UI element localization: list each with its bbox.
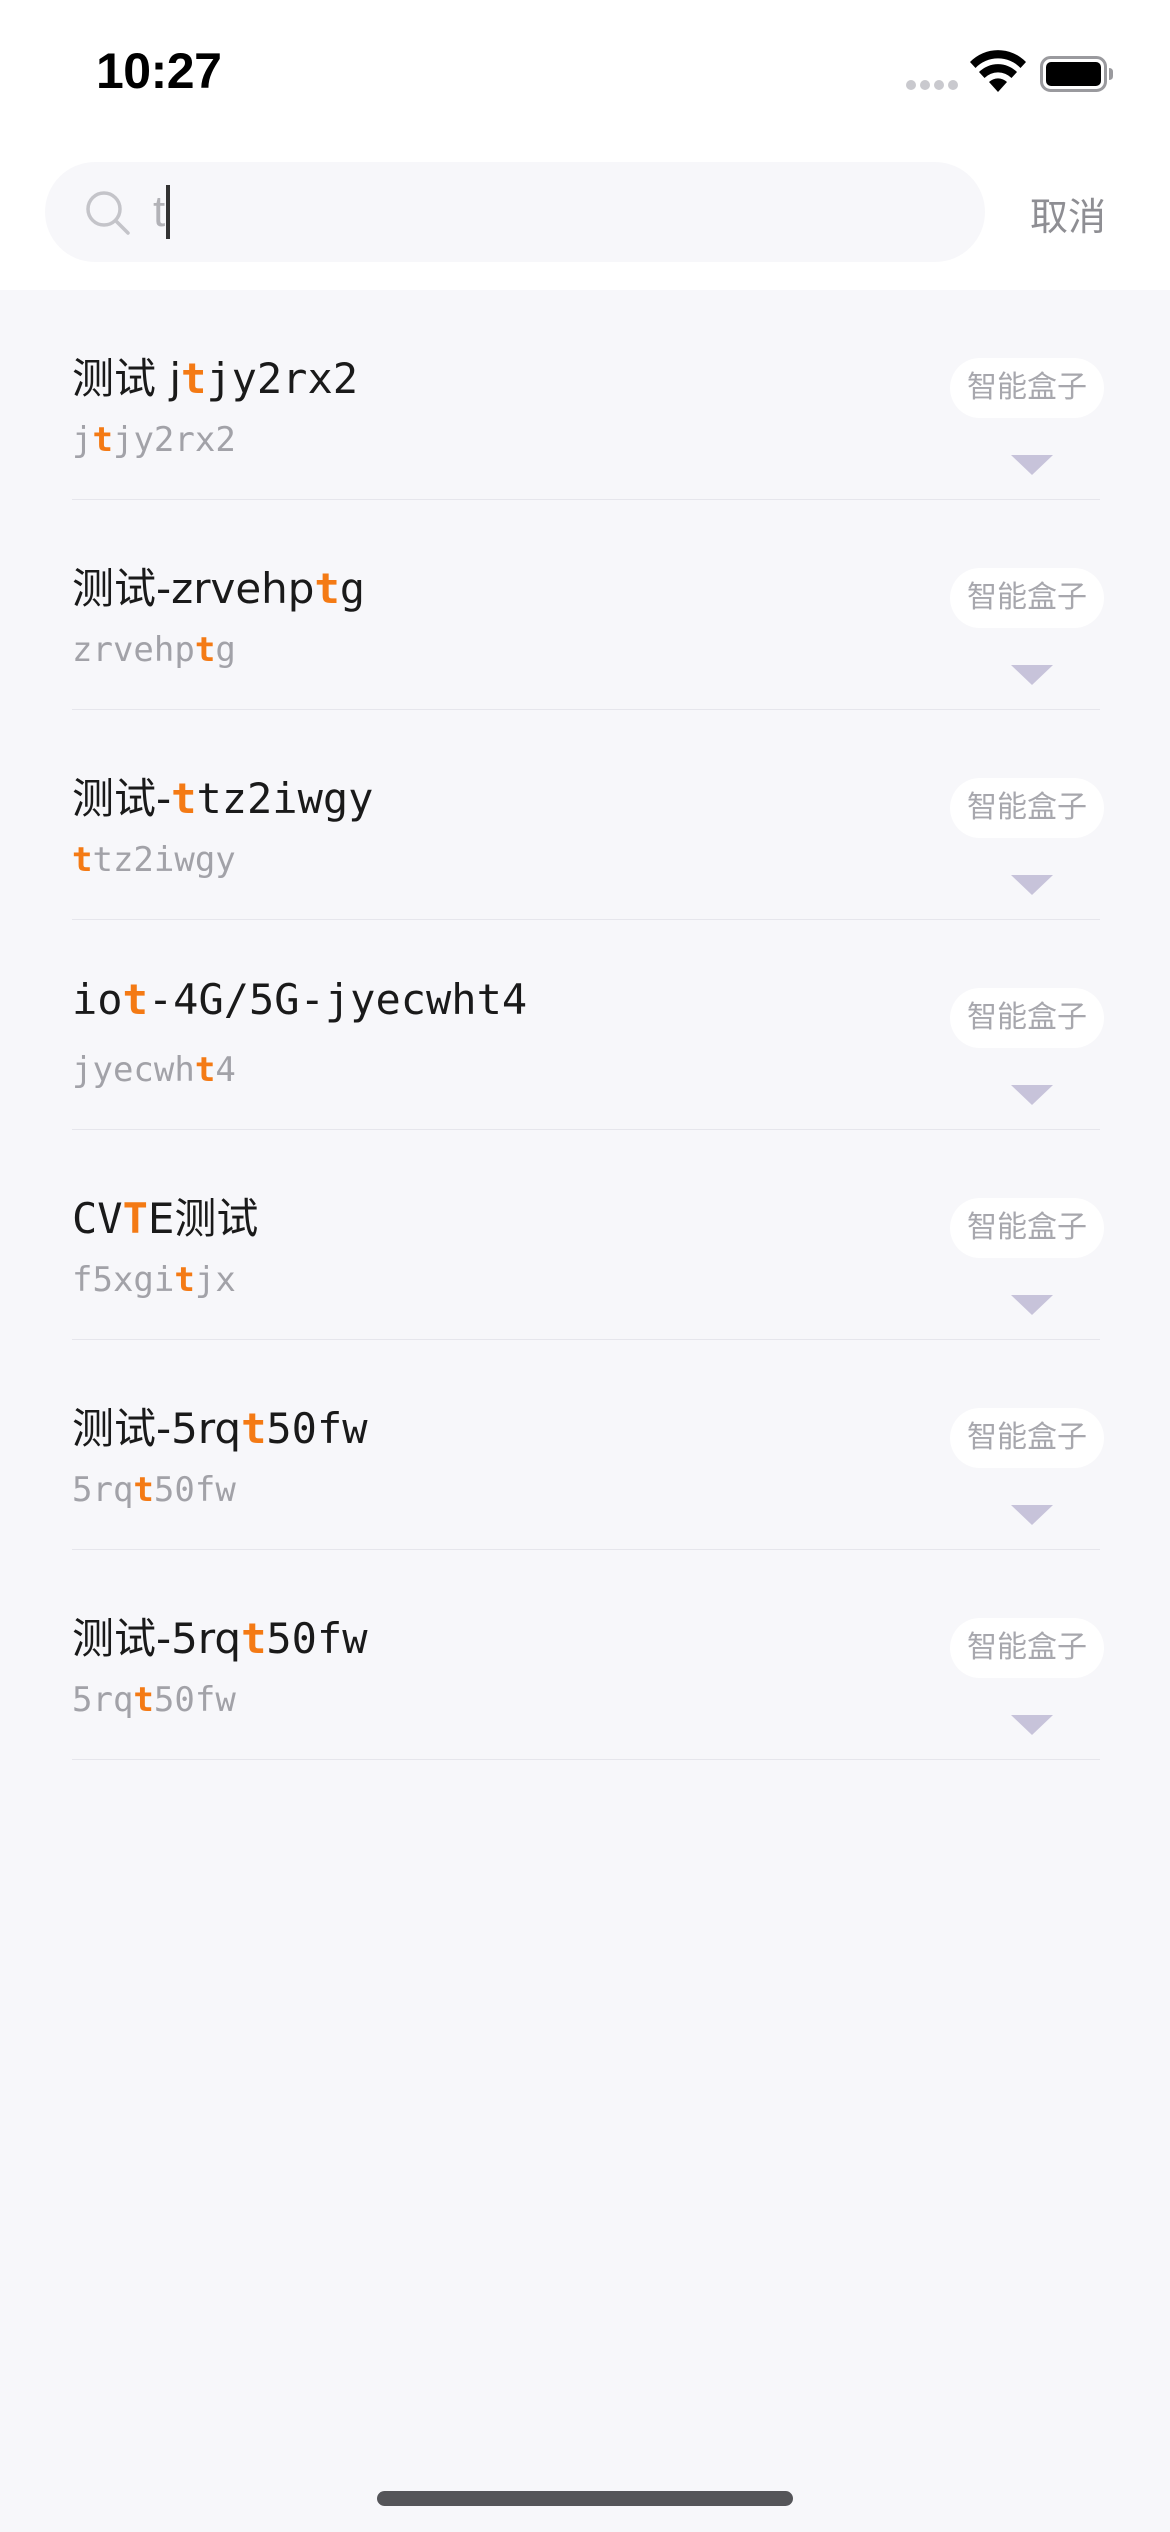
text-segment: jyecwh: [72, 1050, 195, 1090]
search-input-value: t: [153, 187, 166, 236]
text-segment: zrvehp: [72, 630, 195, 670]
chevron-down-icon[interactable]: [1011, 875, 1053, 895]
match-highlight: t: [72, 840, 93, 880]
text-segment: jx: [194, 1260, 236, 1300]
chevron-down-icon[interactable]: [1011, 665, 1053, 685]
search-bar[interactable]: t: [45, 162, 985, 262]
text-segment: 测试-zrvehp: [72, 564, 315, 613]
device-id: f5xgitjx: [72, 1260, 236, 1300]
chevron-down-icon[interactable]: [1011, 455, 1053, 475]
device-type-badge: 智能盒子: [950, 778, 1104, 838]
device-name: 测试-zrvehptg: [72, 555, 365, 616]
match-highlight: t: [194, 1050, 216, 1090]
match-highlight: t: [174, 1260, 195, 1300]
device-id: zrvehptg: [72, 630, 236, 670]
search-icon: [86, 191, 130, 235]
text-segment: 50fw: [266, 1614, 368, 1663]
result-item[interactable]: 测试-5rqt50fw 5rqt50fw 智能盒子: [0, 1550, 1170, 1760]
chevron-down-icon[interactable]: [1011, 1295, 1053, 1315]
device-name: 测试 jtjy2rx2: [72, 345, 358, 406]
match-highlight: t: [181, 354, 207, 403]
device-type-badge: 智能盒子: [950, 568, 1104, 628]
match-highlight: t: [241, 1404, 267, 1453]
text-segment: tz2iwgy: [92, 840, 236, 880]
device-type-badge: 智能盒子: [950, 358, 1104, 418]
device-name: iot-4G/5G-jyecwht4: [72, 975, 527, 1024]
cellular-signal-icon: [906, 80, 962, 92]
result-item[interactable]: 测试-ttz2iwgy ttz2iwgy 智能盒子: [0, 710, 1170, 920]
chevron-down-icon[interactable]: [1011, 1085, 1053, 1105]
device-type-badge: 智能盒子: [950, 1618, 1104, 1678]
text-segment: E测试: [147, 1194, 259, 1243]
text-segment: io: [72, 975, 123, 1024]
match-highlight: t: [133, 1470, 154, 1510]
device-id: jtjy2rx2: [72, 420, 236, 460]
search-input[interactable]: t: [153, 184, 171, 240]
cancel-button[interactable]: 取消: [1030, 186, 1106, 241]
result-item-content: 测试-5rqt50fw 5rqt50fw 智能盒子: [72, 1340, 1104, 1550]
text-segment: g: [215, 630, 236, 670]
chevron-down-icon[interactable]: [1011, 1505, 1053, 1525]
text-segment: j: [72, 420, 93, 460]
home-indicator: [377, 2491, 793, 2506]
result-item[interactable]: 测试-zrvehptg zrvehptg 智能盒子: [0, 500, 1170, 710]
result-item[interactable]: 测试 jtjy2rx2 jtjy2rx2 智能盒子: [0, 290, 1170, 500]
device-id: 5rqt50fw: [72, 1680, 236, 1720]
text-segment: jy2rx2: [206, 354, 359, 403]
text-segment: 测试-5rq: [72, 1404, 242, 1453]
battery-icon: [1040, 56, 1113, 92]
match-highlight: t: [122, 975, 148, 1024]
device-type-badge: 智能盒子: [950, 1198, 1104, 1258]
device-name: 测试-ttz2iwgy: [72, 765, 373, 826]
header: 10:27 t 取消: [0, 0, 1170, 290]
text-segment: 测试 j: [72, 354, 182, 403]
result-item-content: 测试-5rqt50fw 5rqt50fw 智能盒子: [72, 1550, 1104, 1760]
status-time: 10:27: [96, 43, 222, 99]
device-name: 测试-5rqt50fw: [72, 1605, 368, 1666]
text-segment: 4: [215, 1050, 236, 1090]
text-segment: jy2rx2: [112, 420, 236, 460]
text-segment: tz2iwgy: [196, 774, 374, 823]
text-segment: f5xgi: [72, 1260, 175, 1300]
text-segment: 测试-5rq: [72, 1614, 242, 1663]
match-highlight: t: [171, 774, 197, 823]
match-highlight: T: [122, 1194, 148, 1243]
wifi-icon: [970, 50, 1026, 92]
device-id: ttz2iwgy: [72, 840, 236, 880]
text-segment: g: [339, 564, 366, 613]
text-segment: 50fw: [266, 1404, 368, 1453]
text-segment: CV: [72, 1194, 123, 1243]
text-segment: 50fw: [153, 1470, 236, 1510]
text-segment: 50fw: [153, 1680, 236, 1720]
result-item-content: 测试-zrvehptg zrvehptg 智能盒子: [72, 500, 1104, 710]
result-item-content: 测试-ttz2iwgy ttz2iwgy 智能盒子: [72, 710, 1104, 920]
match-highlight: t: [92, 420, 113, 460]
device-name: 测试-5rqt50fw: [72, 1395, 368, 1456]
result-item[interactable]: 测试-5rqt50fw 5rqt50fw 智能盒子: [0, 1340, 1170, 1550]
device-id: 5rqt50fw: [72, 1470, 236, 1510]
match-highlight: t: [314, 564, 340, 613]
search-results-list: 测试 jtjy2rx2 jtjy2rx2 智能盒子 测试-zrvehptg zr…: [0, 290, 1170, 1760]
match-highlight: t: [241, 1614, 267, 1663]
text-segment: 测试-: [72, 774, 172, 823]
text-segment: 5rq: [72, 1680, 134, 1720]
text-segment: 5rq: [72, 1470, 134, 1510]
text-segment: -4G/5G-jyecwht4: [147, 975, 528, 1024]
status-bar: 10:27: [0, 0, 1170, 150]
result-item-content: CVTE测试 f5xgitjx 智能盒子: [72, 1130, 1104, 1340]
result-item[interactable]: iot-4G/5G-jyecwht4 jyecwht4 智能盒子: [0, 920, 1170, 1130]
result-item-content: iot-4G/5G-jyecwht4 jyecwht4 智能盒子: [72, 920, 1104, 1130]
text-cursor: [166, 185, 171, 239]
result-item[interactable]: CVTE测试 f5xgitjx 智能盒子: [0, 1130, 1170, 1340]
chevron-down-icon[interactable]: [1011, 1715, 1053, 1735]
result-item-content: 测试 jtjy2rx2 jtjy2rx2 智能盒子: [72, 290, 1104, 500]
match-highlight: t: [133, 1680, 154, 1720]
device-type-badge: 智能盒子: [950, 988, 1104, 1048]
match-highlight: t: [194, 630, 216, 670]
device-id: jyecwht4: [72, 1050, 236, 1090]
device-name: CVTE测试: [72, 1185, 258, 1246]
device-type-badge: 智能盒子: [950, 1408, 1104, 1468]
